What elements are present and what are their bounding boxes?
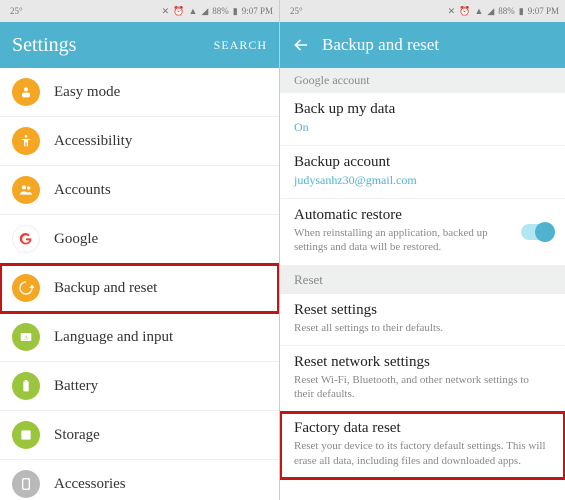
clock: 9:07 PM: [528, 6, 559, 16]
battery-icon: [12, 372, 40, 400]
status-bar: 25° ✕ ⏰ ▲ ◢ 88% ▮ 9:07 PM: [0, 0, 279, 22]
battery-pct: 88%: [212, 6, 229, 16]
settings-header: Settings SEARCH: [0, 22, 279, 68]
language-icon: A: [12, 323, 40, 351]
easy-mode-icon: [12, 78, 40, 106]
item-title: Back up my data: [294, 101, 551, 118]
row-backup-reset[interactable]: Backup and reset: [0, 264, 279, 313]
alarm-icon: ⏰: [173, 6, 184, 17]
settings-list: Easy mode Accessibility Accounts Google …: [0, 68, 279, 500]
accessories-icon: [12, 470, 40, 498]
backup-reset-screen: 25° ✕ ⏰ ▲ ◢ 88% ▮ 9:07 PM Backup and res…: [280, 0, 565, 500]
alarm-icon: ⏰: [459, 6, 470, 17]
item-reset-network[interactable]: Reset network settings Reset Wi-Fi, Blue…: [280, 346, 565, 413]
accessibility-icon: [12, 127, 40, 155]
storage-icon: [12, 421, 40, 449]
item-backup-my-data[interactable]: Back up my data On: [280, 93, 565, 146]
mute-icon: ✕: [448, 6, 456, 17]
item-title: Factory data reset: [294, 420, 551, 437]
item-sub: Reset Wi-Fi, Bluetooth, and other networ…: [294, 373, 551, 402]
item-title: Reset network settings: [294, 354, 551, 371]
item-sub: Reset your device to its factory default…: [294, 439, 551, 468]
item-title: Backup account: [294, 154, 551, 171]
row-label: Storage: [54, 427, 100, 444]
svg-text:A: A: [24, 336, 29, 342]
row-label: Battery: [54, 378, 98, 395]
item-reset-settings[interactable]: Reset settings Reset all settings to the…: [280, 294, 565, 346]
row-label: Backup and reset: [54, 280, 157, 297]
row-storage[interactable]: Storage: [0, 411, 279, 460]
signal-icon: ◢: [201, 6, 208, 17]
reset-section: Reset: [280, 266, 565, 294]
auto-restore-toggle[interactable]: [521, 224, 553, 240]
battery-pct: 88%: [498, 6, 515, 16]
item-value: judysanhz30@gmail.com: [294, 173, 551, 188]
row-accounts[interactable]: Accounts: [0, 166, 279, 215]
google-account-subhead: Google account: [280, 68, 565, 93]
battery-icon: ▮: [519, 6, 524, 17]
row-label: Accounts: [54, 182, 111, 199]
row-easy-mode[interactable]: Easy mode: [0, 68, 279, 117]
back-button[interactable]: [292, 36, 310, 54]
item-title: Automatic restore: [294, 207, 551, 224]
row-google[interactable]: Google: [0, 215, 279, 264]
battery-icon: ▮: [233, 6, 238, 17]
item-factory-reset[interactable]: Factory data reset Reset your device to …: [280, 412, 565, 479]
item-sub: Reset all settings to their defaults.: [294, 321, 551, 335]
item-sub: When reinstalling an application, backed…: [294, 226, 551, 255]
page-title: Settings: [12, 34, 214, 57]
search-button[interactable]: SEARCH: [214, 38, 267, 53]
wifi-icon: ▲: [188, 6, 197, 16]
arrow-left-icon: [292, 36, 310, 54]
backup-header: Backup and reset: [280, 22, 565, 68]
accounts-icon: [12, 176, 40, 204]
page-title: Backup and reset: [322, 35, 553, 55]
clock: 9:07 PM: [242, 6, 273, 16]
item-value: On: [294, 120, 551, 135]
row-label: Easy mode: [54, 84, 120, 101]
row-battery[interactable]: Battery: [0, 362, 279, 411]
temp: 25°: [10, 6, 23, 16]
item-backup-account[interactable]: Backup account judysanhz30@gmail.com: [280, 146, 565, 199]
status-bar: 25° ✕ ⏰ ▲ ◢ 88% ▮ 9:07 PM: [280, 0, 565, 22]
row-language[interactable]: A Language and input: [0, 313, 279, 362]
google-icon: [12, 225, 40, 253]
row-label: Accessories: [54, 476, 126, 493]
mute-icon: ✕: [162, 6, 170, 17]
item-automatic-restore[interactable]: Automatic restore When reinstalling an a…: [280, 199, 565, 266]
row-label: Accessibility: [54, 133, 132, 150]
row-label: Google: [54, 231, 98, 248]
settings-screen: 25° ✕ ⏰ ▲ ◢ 88% ▮ 9:07 PM Settings SEARC…: [0, 0, 280, 500]
wifi-icon: ▲: [474, 6, 483, 16]
item-title: Reset settings: [294, 302, 551, 319]
temp: 25°: [290, 6, 303, 16]
row-accessibility[interactable]: Accessibility: [0, 117, 279, 166]
signal-icon: ◢: [487, 6, 494, 17]
row-label: Language and input: [54, 329, 173, 346]
row-accessories[interactable]: Accessories: [0, 460, 279, 500]
backup-reset-icon: [12, 274, 40, 302]
